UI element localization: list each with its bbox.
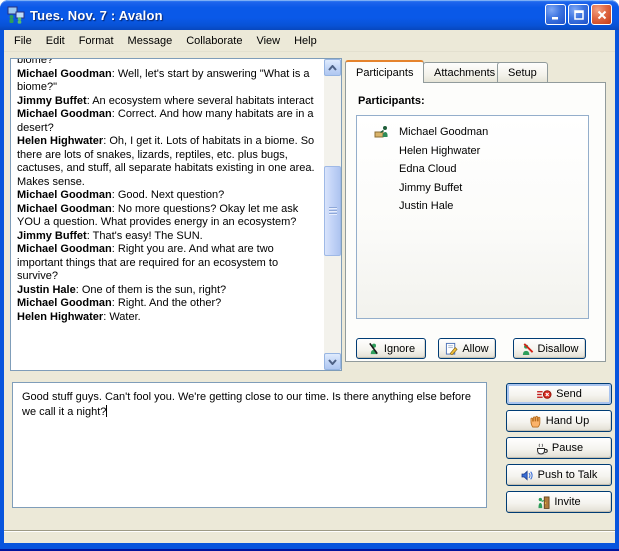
menu-view[interactable]: View — [249, 32, 287, 50]
send-button[interactable]: Send — [506, 383, 612, 405]
chat-message: Michael Goodman: Right. And the other? — [17, 297, 320, 311]
menu-edit[interactable]: Edit — [39, 32, 72, 50]
scroll-down-button[interactable] — [324, 353, 341, 370]
disallow-button[interactable]: Disallow — [513, 338, 586, 359]
list-item[interactable]: Helen Highwater — [357, 142, 588, 161]
participant-name: Justin Hale — [399, 200, 453, 212]
menu-message[interactable]: Message — [121, 32, 180, 50]
message-input[interactable]: Good stuff guys. Can't fool you. We're g… — [12, 382, 487, 508]
participant-name: Edna Cloud — [399, 163, 457, 175]
scrollbar-grip — [329, 207, 337, 216]
chat-message: Helen Highwater: Oh, I get it. Lots of h… — [17, 135, 320, 189]
maximize-button[interactable] — [568, 4, 589, 25]
pause-icon — [535, 442, 548, 455]
chat-message: Michael Goodman: Right you are. And what… — [17, 243, 320, 284]
close-button[interactable] — [591, 4, 612, 25]
ignore-button-label: Ignore — [384, 343, 415, 355]
chat-message: Jimmy Buffet: An ecosystem where several… — [17, 95, 320, 109]
disallow-button-label: Disallow — [538, 343, 579, 355]
chat-message: Helen Highwater: Water. — [17, 311, 320, 325]
app-window: Tues. Nov. 7 : Avalon File Edit — [0, 0, 619, 551]
menu-file[interactable]: File — [7, 32, 39, 50]
chat-message: Michael Goodman: Correct. And how many h… — [17, 108, 320, 135]
chat-message-clipped: biome? — [17, 59, 320, 68]
menu-collaborate[interactable]: Collaborate — [179, 32, 249, 50]
hand-up-button-label: Hand Up — [546, 415, 589, 427]
minimize-button[interactable] — [545, 4, 566, 25]
allow-button[interactable]: Allow — [438, 338, 496, 359]
moderator-icon — [374, 125, 391, 138]
hand-up-button[interactable]: Hand Up — [506, 410, 612, 432]
participants-tab-panel: Participants: Michael Goodman Helen High… — [345, 82, 606, 362]
participants-list[interactable]: Michael Goodman Helen Highwater Edna Clo… — [356, 115, 589, 319]
participant-name: Michael Goodman — [399, 126, 488, 138]
chat-message: Justin Hale: One of them is the sun, rig… — [17, 284, 320, 298]
chat-message: Michael Goodman: No more questions? Okay… — [17, 203, 320, 230]
disallow-icon — [521, 342, 534, 355]
scroll-up-icon — [328, 65, 337, 71]
chat-message: Michael Goodman: Well, let's start by an… — [17, 68, 320, 95]
tab-setup[interactable]: Setup — [497, 62, 548, 83]
chat-transcript: biome? Michael Goodman: Well, let's star… — [11, 59, 324, 370]
window-controls — [545, 4, 612, 25]
window-title: Tues. Nov. 7 : Avalon — [30, 8, 163, 23]
push-to-talk-icon — [521, 470, 534, 481]
chat-message: Jimmy Buffet: That's easy! The SUN. — [17, 230, 320, 244]
invite-button-label: Invite — [554, 496, 580, 508]
tab-participants[interactable]: Participants — [345, 60, 424, 83]
list-item[interactable]: Michael Goodman — [357, 123, 588, 142]
chat-scrollbar[interactable] — [324, 59, 341, 370]
list-item[interactable]: Justin Hale — [357, 197, 588, 216]
minimize-icon — [550, 9, 562, 21]
titlebar[interactable]: Tues. Nov. 7 : Avalon — [0, 0, 619, 30]
participants-heading: Participants: — [358, 95, 425, 107]
push-to-talk-button[interactable]: Push to Talk — [506, 464, 612, 486]
chat-transcript-panel: biome? Michael Goodman: Well, let's star… — [10, 58, 342, 371]
invite-button[interactable]: Invite — [506, 491, 612, 513]
window-body: File Edit Format Message Collaborate Vie… — [4, 30, 615, 543]
scroll-up-button[interactable] — [324, 59, 341, 76]
chat-message: Michael Goodman: Good. Next question? — [17, 189, 320, 203]
menu-help[interactable]: Help — [287, 32, 324, 50]
send-button-label: Send — [556, 388, 582, 400]
ignore-button[interactable]: Ignore — [356, 338, 426, 359]
list-item[interactable]: Edna Cloud — [357, 160, 588, 179]
pause-button[interactable]: Pause — [506, 437, 612, 459]
participant-name: Helen Highwater — [399, 145, 480, 157]
close-icon — [596, 9, 608, 21]
scrollbar-thumb[interactable] — [324, 166, 341, 256]
invite-icon — [537, 496, 550, 509]
maximize-icon — [573, 9, 585, 21]
allow-icon — [445, 342, 458, 355]
menubar: File Edit Format Message Collaborate Vie… — [4, 30, 615, 52]
scroll-down-icon — [328, 359, 337, 365]
message-input-text: Good stuff guys. Can't fool you. We're g… — [22, 391, 471, 418]
hand-up-icon — [529, 415, 542, 428]
ignore-icon — [367, 342, 380, 355]
participant-name: Jimmy Buffet — [399, 182, 462, 194]
tab-attachments[interactable]: Attachments — [423, 62, 506, 83]
menu-format[interactable]: Format — [72, 32, 121, 50]
allow-button-label: Allow — [462, 343, 488, 355]
list-item[interactable]: Jimmy Buffet — [357, 179, 588, 198]
text-caret — [106, 405, 107, 417]
pause-button-label: Pause — [552, 442, 583, 454]
action-buttons: Send Hand Up — [506, 383, 612, 518]
push-to-talk-button-label: Push to Talk — [538, 469, 598, 481]
status-bar — [4, 530, 615, 543]
app-icon — [7, 6, 25, 24]
send-icon — [536, 389, 552, 400]
